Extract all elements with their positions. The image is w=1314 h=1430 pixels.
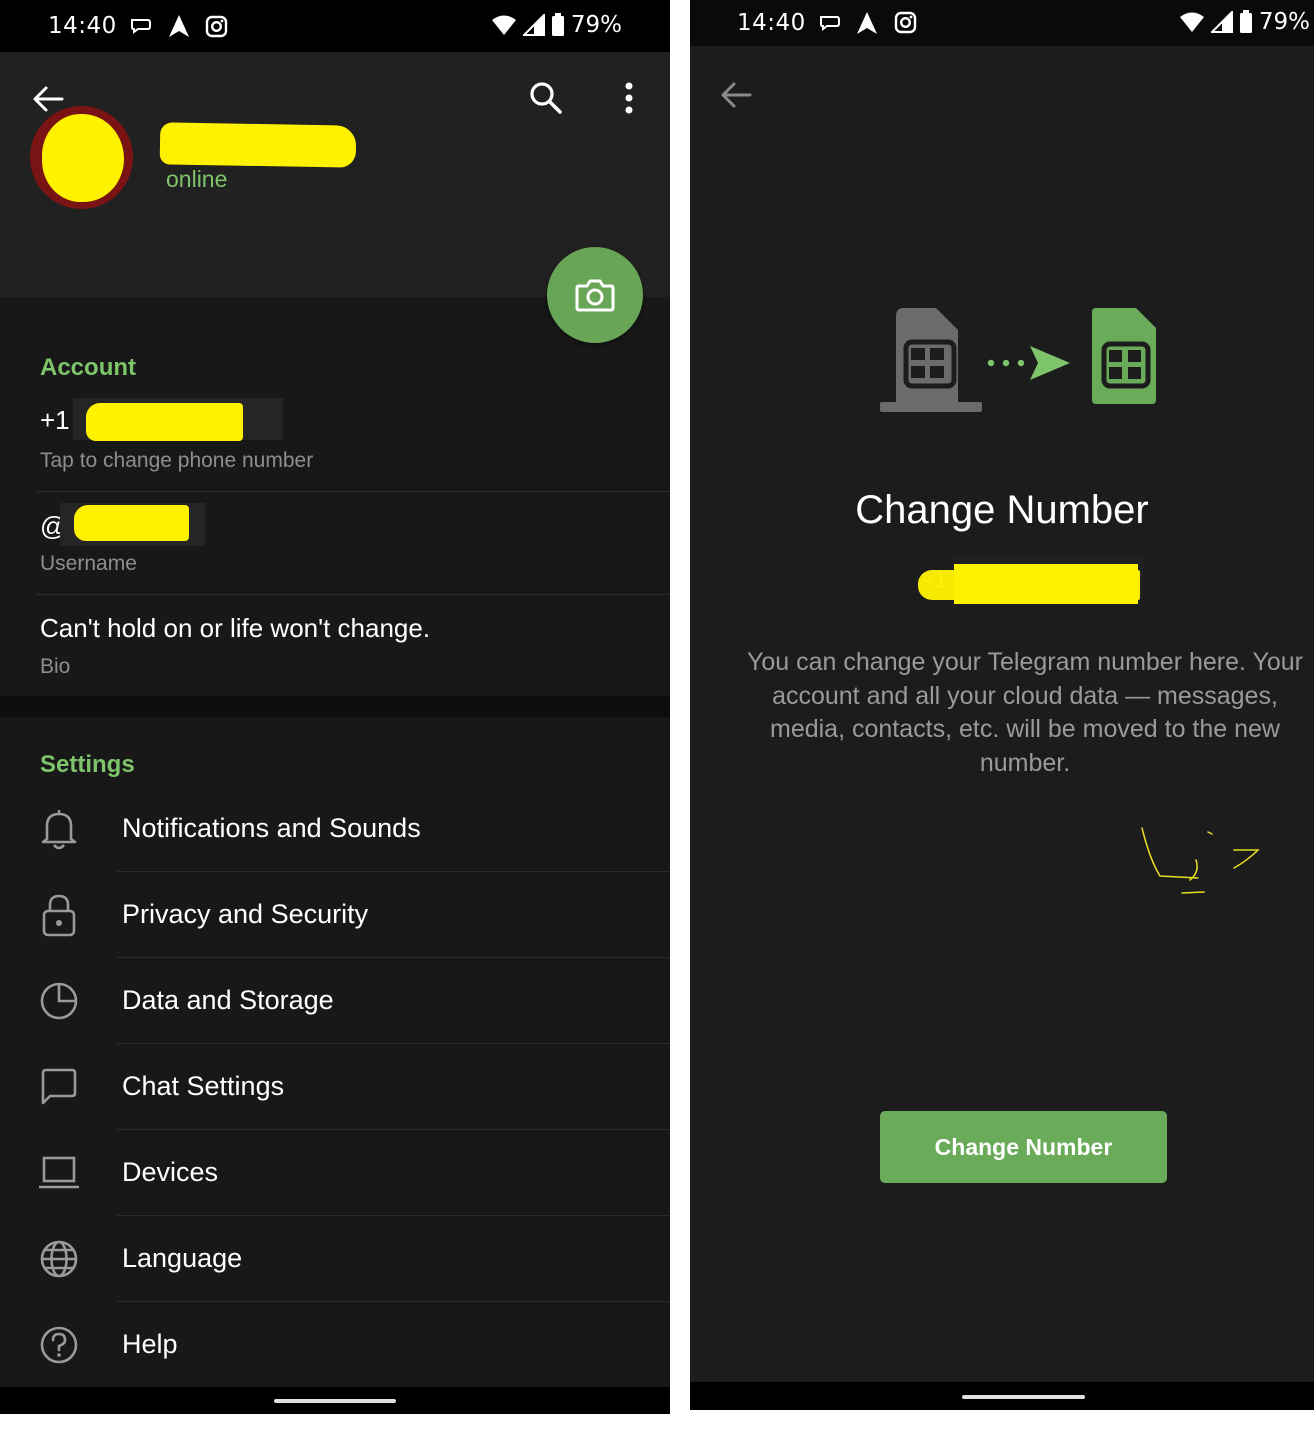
- settings-item-help[interactable]: Help: [0, 1302, 670, 1388]
- bio-label: Bio: [40, 655, 71, 678]
- settings-item-notifications[interactable]: Notifications and Sounds: [0, 786, 670, 872]
- divider: [36, 491, 670, 492]
- camera-icon: [575, 279, 615, 312]
- arrow-left-icon: [33, 86, 64, 112]
- status-indicators: 79%: [1179, 9, 1310, 35]
- account-section-title: Account: [40, 354, 136, 381]
- bio-text: Can't hold on or life won't change.: [40, 613, 431, 643]
- settings-item-label: Privacy and Security: [122, 899, 369, 929]
- home-indicator[interactable]: [274, 1399, 396, 1403]
- navigation-icon: [856, 11, 878, 35]
- wifi-icon: [1179, 12, 1204, 32]
- arrow-left-icon: [721, 82, 752, 108]
- battery-icon: [551, 13, 564, 36]
- settings-item-label: Chat Settings: [122, 1071, 285, 1101]
- status-bar: 14:40 79%: [0, 0, 670, 52]
- laptop-icon: [36, 1150, 82, 1196]
- phone-prefix: +1: [40, 405, 70, 435]
- avatar[interactable]: [30, 106, 133, 209]
- status-time: 14:40: [48, 13, 117, 39]
- change-number-button[interactable]: Change Number: [880, 1111, 1167, 1183]
- settings-item-devices[interactable]: Devices: [0, 1130, 670, 1216]
- instagram-icon: [205, 15, 228, 38]
- battery-level: 79%: [570, 12, 622, 38]
- pie-chart-icon: [36, 978, 82, 1024]
- cellular-icon: [1210, 11, 1233, 33]
- search-button[interactable]: [526, 78, 566, 118]
- settings-screen: 14:40 79% online Account +1 Tap to chang…: [0, 0, 670, 1414]
- notification-icon: [130, 16, 152, 36]
- cellular-icon: [522, 14, 545, 36]
- change-number-screen: 14:40 79% Change Number You can change y…: [690, 0, 1314, 1410]
- settings-item-label: Devices: [122, 1157, 219, 1187]
- navigation-icon: [168, 14, 190, 38]
- home-indicator[interactable]: [962, 1395, 1085, 1399]
- notification-icon: [819, 13, 841, 33]
- old-sim-icon: [880, 308, 982, 412]
- sim-transfer-illustration: [878, 306, 1168, 421]
- back-button[interactable]: [716, 75, 756, 115]
- status-time: 14:40: [737, 10, 806, 36]
- handwritten-scribble: [1141, 827, 1260, 894]
- phone-hint: Tap to change phone number: [40, 449, 314, 472]
- divider: [36, 594, 670, 595]
- settings-item-label: Notifications and Sounds: [122, 813, 421, 843]
- status-indicators: 79%: [491, 12, 622, 38]
- chat-bubble-icon: [36, 1064, 82, 1110]
- navigation-bar: [0, 1387, 670, 1414]
- settings-item-language[interactable]: Language: [0, 1216, 670, 1302]
- phone-number-redacted: [86, 403, 243, 441]
- settings-item-label: Data and Storage: [122, 985, 334, 1015]
- search-icon: [530, 82, 562, 114]
- settings-item-data-storage[interactable]: Data and Storage: [0, 958, 670, 1044]
- avatar-redaction: [42, 114, 124, 202]
- change-number-description: You can change your Telegram number here…: [747, 648, 1303, 777]
- more-options-button[interactable]: [609, 78, 649, 118]
- settings-item-label: Language: [122, 1243, 243, 1273]
- username-redacted: [74, 505, 189, 541]
- username-label: Username: [40, 552, 137, 575]
- wifi-icon: [491, 15, 516, 35]
- globe-icon: [36, 1236, 82, 1282]
- status-bar: 14:40 79%: [690, 0, 1314, 46]
- instagram-icon: [894, 11, 917, 34]
- battery-level: 79%: [1258, 9, 1310, 35]
- settings-item-chat[interactable]: Chat Settings: [0, 1044, 670, 1130]
- navigation-bar: [690, 1382, 1314, 1410]
- bell-icon: [36, 806, 82, 852]
- page-title: Change Number: [855, 488, 1149, 532]
- profile-name-redacted: [159, 122, 357, 168]
- new-sim-icon: [1092, 308, 1156, 404]
- lock-icon: [36, 892, 82, 938]
- dotted-arrow-icon: [987, 346, 1070, 380]
- settings-section-title: Settings: [40, 751, 135, 778]
- settings-item-label: Help: [122, 1329, 178, 1359]
- settings-item-privacy[interactable]: Privacy and Security: [0, 872, 670, 958]
- more-vertical-icon: [625, 82, 633, 114]
- battery-icon: [1239, 10, 1252, 33]
- help-circle-icon: [36, 1322, 82, 1368]
- set-photo-button[interactable]: [547, 247, 643, 343]
- online-status: online: [166, 166, 228, 192]
- section-separator: [0, 696, 670, 717]
